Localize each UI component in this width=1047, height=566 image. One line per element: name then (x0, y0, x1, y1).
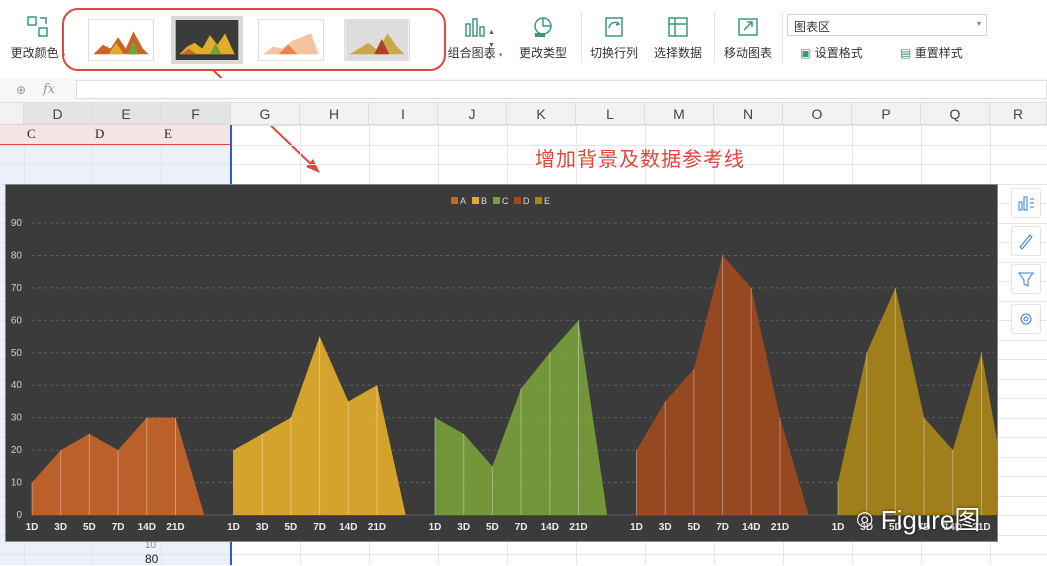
x-tick-label: 14D (339, 522, 357, 533)
x-tick-label: 7D (313, 522, 326, 533)
legend-label-D: D (523, 196, 530, 206)
y-tick-label: 60 (11, 315, 23, 326)
column-header-O[interactable]: O (783, 103, 852, 125)
column-header-H[interactable]: H (300, 103, 369, 125)
area-series-E (838, 287, 998, 515)
wechat-icon: ◎ (856, 508, 874, 530)
chart-filter-button[interactable] (1011, 264, 1041, 294)
column-header-Q[interactable]: Q (921, 103, 990, 125)
x-tick-label: 5D (83, 522, 96, 533)
column-header-E[interactable]: E (92, 103, 161, 125)
column-header-N[interactable]: N (714, 103, 783, 125)
legend-label-C: C (502, 196, 509, 206)
column-header-G[interactable]: G (231, 103, 300, 125)
annotation-caption: 增加背景及数据参考线 (535, 149, 745, 171)
watermark: ◎ Figure图 (856, 500, 980, 537)
y-tick-label: 40 (11, 380, 23, 391)
chart-elements-button[interactable] (1011, 188, 1041, 218)
legend-swatch-A (451, 197, 458, 204)
watermark-text: Figure图 (880, 505, 981, 535)
x-tick-label: 7D (515, 522, 528, 533)
x-tick-label: 1D (26, 522, 39, 533)
chart-style-button[interactable] (1011, 226, 1041, 256)
legend-label-E: E (544, 196, 550, 206)
y-tick-label: 0 (16, 510, 22, 521)
x-tick-label: 14D (541, 522, 559, 533)
zoom-icon[interactable]: ⊕ (16, 83, 26, 97)
cell-value: 80 (145, 552, 159, 566)
x-tick-label: 21D (368, 522, 386, 533)
x-tick-label: 3D (457, 522, 470, 533)
column-header-L[interactable]: L (576, 103, 645, 125)
x-tick-label: 7D (112, 522, 125, 533)
x-tick-label: 3D (256, 522, 269, 533)
column-header-I[interactable]: I (369, 103, 438, 125)
legend-swatch-D (514, 197, 521, 204)
x-tick-label: 1D (227, 522, 240, 533)
column-header-D[interactable]: D (24, 103, 92, 125)
x-tick-label: 1D (429, 522, 442, 533)
select-all-corner[interactable] (0, 103, 24, 125)
cell-partial: 10 (145, 540, 157, 551)
y-tick-label: 10 (11, 478, 23, 489)
gear-icon (1020, 313, 1032, 325)
x-tick-label: 7D (716, 522, 729, 533)
y-tick-label: 70 (11, 283, 23, 294)
y-tick-label: 30 (11, 413, 23, 424)
formula-bar: ⊕ fx (0, 78, 1047, 103)
legend-label-B: B (481, 196, 487, 206)
column-header-P[interactable]: P (852, 103, 921, 125)
x-tick-label: 21D (569, 522, 587, 533)
legend-label-A: A (460, 196, 466, 206)
cell-C[interactable]: C (27, 126, 36, 142)
legend-swatch-E (535, 197, 542, 204)
area-chart[interactable]: 0 10 20 30 40 50 60 70 80 90 1D 3D 5D 7D 14D 21D 1D 3D 5D 7… (5, 184, 998, 542)
column-header-M[interactable]: M (645, 103, 714, 125)
chart-elements-icon (1018, 196, 1034, 211)
formula-input[interactable] (76, 80, 1047, 99)
x-tick-label: 14D (742, 522, 760, 533)
filter-icon (1018, 272, 1034, 287)
x-tick-label: 14D (138, 522, 156, 533)
y-tick-label: 20 (11, 445, 23, 456)
column-header-F[interactable]: F (161, 103, 231, 125)
x-tick-label: 5D (486, 522, 499, 533)
x-tick-label: 3D (54, 522, 67, 533)
x-tick-label: 1D (832, 522, 845, 533)
x-tick-label: 21D (771, 522, 789, 533)
fx-label[interactable]: fx (43, 82, 55, 97)
x-tick-label: 3D (659, 522, 672, 533)
y-tick-label: 90 (11, 218, 23, 229)
chart-settings-button[interactable] (1011, 304, 1041, 334)
column-header-R[interactable]: R (990, 103, 1047, 125)
x-tick-label: 21D (166, 522, 184, 533)
legend-swatch-B (472, 197, 479, 204)
cell-E[interactable]: E (164, 126, 172, 142)
legend-swatch-C (493, 197, 500, 204)
cell-D[interactable]: D (95, 126, 104, 142)
x-tick-label: 5D (285, 522, 298, 533)
brush-icon (1019, 234, 1033, 250)
x-tick-label: 1D (630, 522, 643, 533)
y-tick-label: 80 (11, 250, 23, 261)
column-header-J[interactable]: J (438, 103, 507, 125)
column-header-K[interactable]: K (507, 103, 576, 125)
x-tick-label: 5D (688, 522, 701, 533)
y-tick-label: 50 (11, 348, 23, 359)
